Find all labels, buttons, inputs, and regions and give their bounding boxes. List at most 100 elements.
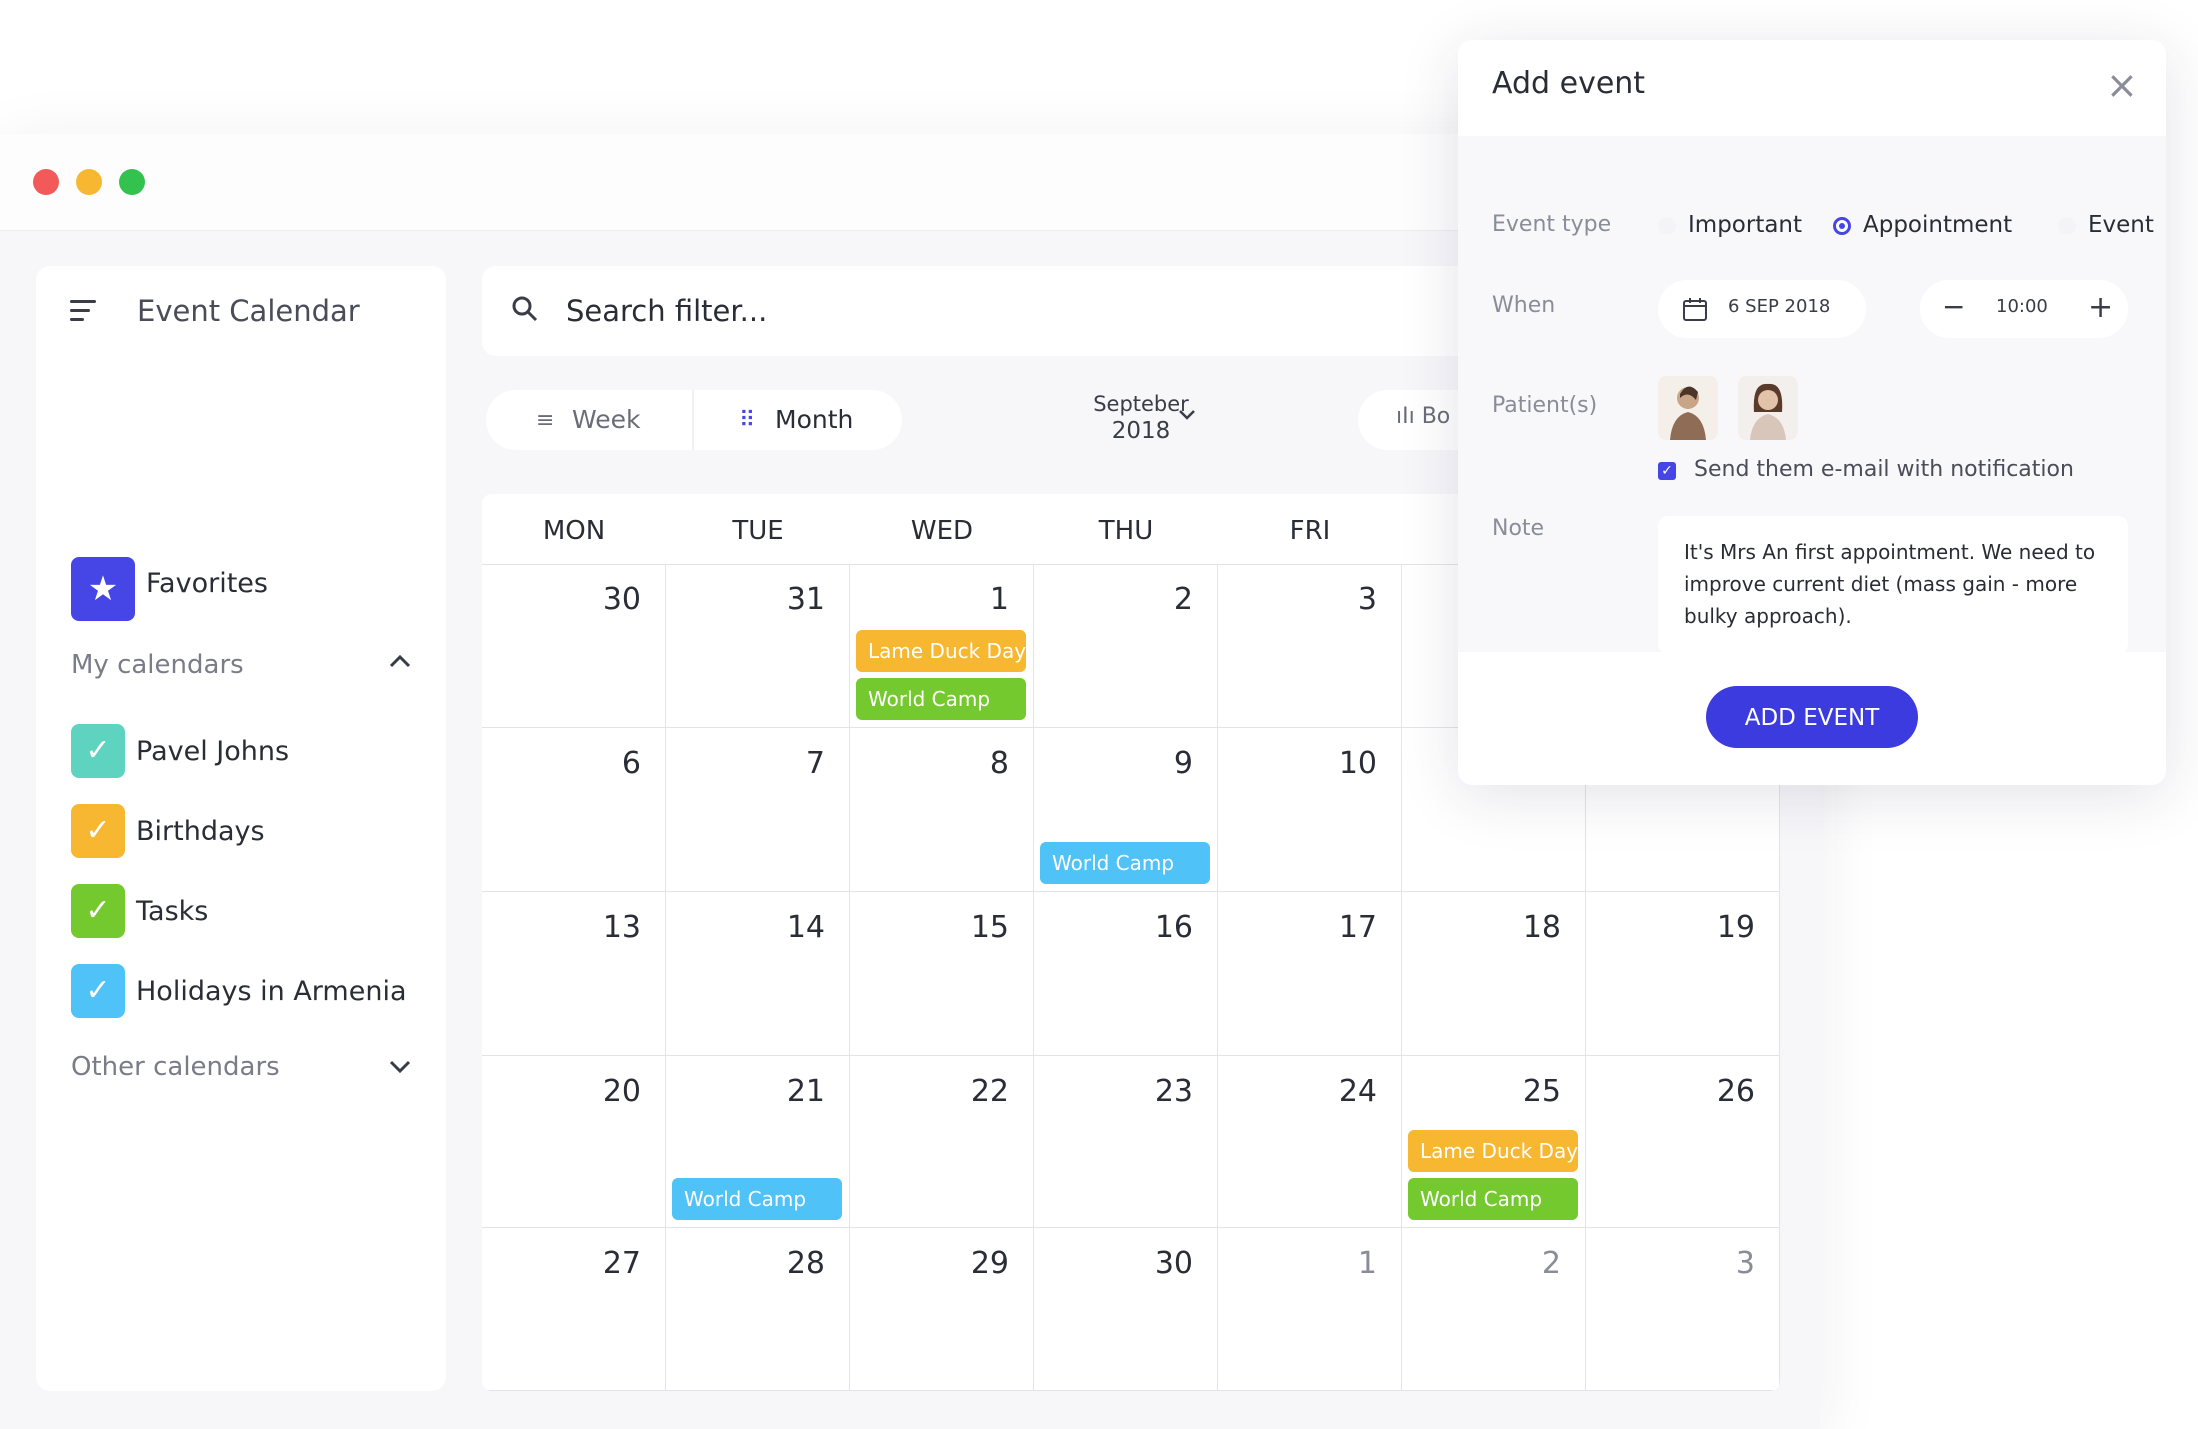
calendar-day-cell[interactable]: 25 Lame Duck Day World Camp xyxy=(1402,1056,1586,1228)
calendar-day-cell[interactable]: 24 xyxy=(1218,1056,1402,1228)
minus-icon[interactable]: − xyxy=(1942,290,1965,323)
radio-appointment-label: Appointment xyxy=(1863,212,2013,238)
calendar-day-cell[interactable]: 30 xyxy=(1034,1228,1218,1391)
tab-month-label: Month xyxy=(775,405,854,434)
close-icon[interactable]: × xyxy=(2106,66,2138,104)
close-window-button[interactable] xyxy=(33,169,59,195)
tab-week-label: Week xyxy=(572,405,641,434)
day-number: 30 xyxy=(602,582,641,617)
note-textarea[interactable]: It's Mrs An first appointment. We need t… xyxy=(1658,516,2128,654)
event-chip[interactable]: Lame Duck Day xyxy=(856,630,1026,672)
checkmark-icon[interactable]: ✓ xyxy=(71,964,125,1018)
calendar-day-cell[interactable]: 27 xyxy=(482,1228,666,1391)
calendar-day-cell[interactable]: 28 xyxy=(666,1228,850,1391)
plus-icon[interactable]: + xyxy=(2088,290,2113,325)
calendar-day-cell[interactable]: 20 xyxy=(482,1056,666,1228)
calendar-day-cell[interactable]: 26 xyxy=(1586,1056,1780,1228)
event-chip[interactable]: World Camp xyxy=(1040,842,1210,884)
calendar-day-cell[interactable]: 3 xyxy=(1586,1228,1780,1391)
calendar-day-cell[interactable]: 1 xyxy=(1218,1228,1402,1391)
calendar-day-cell[interactable]: 17 xyxy=(1218,892,1402,1056)
radio-selected-icon xyxy=(1833,216,1851,235)
calendar-item-label: Holidays in Armenia xyxy=(136,976,407,1007)
day-name-tue: TUE xyxy=(732,516,784,546)
day-number: 1 xyxy=(989,582,1009,617)
event-chip[interactable]: World Camp xyxy=(856,678,1026,720)
notify-checkbox[interactable]: ✓ xyxy=(1658,462,1676,480)
event-chip[interactable]: World Camp xyxy=(672,1178,842,1220)
calendar-day-cell[interactable]: 15 xyxy=(850,892,1034,1056)
notify-label: Send them e-mail with notification xyxy=(1694,457,2074,482)
day-number: 23 xyxy=(1154,1074,1193,1109)
search-bar[interactable]: Search filter... xyxy=(482,266,1482,356)
chevron-up-icon[interactable] xyxy=(388,650,412,675)
view-toggle: ≡ Week ⠿ Month xyxy=(486,390,902,450)
time-stepper: − 10:00 + xyxy=(1920,280,2128,338)
calendar-day-cell[interactable]: 30 xyxy=(482,564,666,728)
calendar-day-cell[interactable]: 2 xyxy=(1402,1228,1586,1391)
avatar[interactable] xyxy=(1658,376,1718,440)
radio-event[interactable]: Event xyxy=(2058,212,2154,238)
day-number: 6 xyxy=(621,746,641,781)
chevron-down-icon[interactable] xyxy=(1178,402,1196,426)
calendar-day-cell[interactable]: 3 xyxy=(1218,564,1402,728)
search-icon xyxy=(510,294,540,324)
maximize-window-button[interactable] xyxy=(119,169,145,195)
event-chip[interactable]: Lame Duck Day xyxy=(1408,1130,1578,1172)
note-text: It's Mrs An first appointment. We need t… xyxy=(1684,540,2096,628)
calendar-day-cell[interactable]: 21 World Camp xyxy=(666,1056,850,1228)
calendar-day-cell[interactable]: 7 xyxy=(666,728,850,892)
calendar-day-cell[interactable]: 16 xyxy=(1034,892,1218,1056)
checkmark-icon[interactable]: ✓ xyxy=(71,804,125,858)
radio-unselected-icon xyxy=(1658,216,1676,235)
day-number: 21 xyxy=(786,1074,825,1109)
my-calendars-heading[interactable]: My calendars xyxy=(71,650,244,680)
radio-event-label: Event xyxy=(2088,212,2154,238)
calendar-day-cell[interactable]: 2 xyxy=(1034,564,1218,728)
calendar-day-cell[interactable]: 1 Lame Duck Day World Camp xyxy=(850,564,1034,728)
day-number: 27 xyxy=(602,1246,641,1281)
add-event-button[interactable]: ADD EVENT xyxy=(1706,686,1918,748)
star-icon[interactable]: ★ xyxy=(71,557,135,621)
checkmark-icon[interactable]: ✓ xyxy=(71,724,125,778)
calendar-day-cell[interactable]: 14 xyxy=(666,892,850,1056)
calendar-day-cell[interactable]: 19 xyxy=(1586,892,1780,1056)
day-number: 28 xyxy=(786,1246,825,1281)
tab-week[interactable]: ≡ Week xyxy=(536,390,641,450)
date-picker[interactable]: 6 SEP 2018 xyxy=(1658,280,1866,338)
favorites-link[interactable]: Favorites xyxy=(146,568,268,599)
calendar-day-cell[interactable]: 9 World Camp xyxy=(1034,728,1218,892)
search-input[interactable]: Search filter... xyxy=(566,294,767,328)
calendar-day-cell[interactable]: 10 xyxy=(1218,728,1402,892)
calendar-day-cell[interactable]: 29 xyxy=(850,1228,1034,1391)
day-name-wed: WED xyxy=(910,516,974,546)
other-calendars-heading[interactable]: Other calendars xyxy=(71,1052,280,1082)
checkmark-icon[interactable]: ✓ xyxy=(71,884,125,938)
calendar-day-cell[interactable]: 22 xyxy=(850,1056,1034,1228)
day-number: 29 xyxy=(970,1246,1009,1281)
sidebar: Event Calendar ★ Favorites My calendars … xyxy=(36,266,446,1391)
app-title: Event Calendar xyxy=(137,294,360,328)
calendar-day-cell[interactable]: 13 xyxy=(482,892,666,1056)
calendar-day-cell[interactable]: 31 xyxy=(666,564,850,728)
radio-important[interactable]: Important xyxy=(1658,212,1802,238)
avatar[interactable] xyxy=(1738,376,1798,440)
radio-appointment[interactable]: Appointment xyxy=(1833,212,2012,238)
event-chip[interactable]: World Camp xyxy=(1408,1178,1578,1220)
tab-month[interactable]: ⠿ Month xyxy=(739,390,853,450)
calendar-day-cell[interactable]: 8 xyxy=(850,728,1034,892)
day-number: 14 xyxy=(786,910,825,945)
bars-icon: ıIı xyxy=(1396,404,1415,429)
calendar-day-cell[interactable]: 6 xyxy=(482,728,666,892)
day-number: 16 xyxy=(1154,910,1193,945)
hamburger-menu-icon[interactable] xyxy=(70,300,96,322)
day-number: 2 xyxy=(1541,1246,1561,1281)
day-number: 3 xyxy=(1735,1246,1755,1281)
day-number: 20 xyxy=(602,1074,641,1109)
calendar-day-cell[interactable]: 18 xyxy=(1402,892,1586,1056)
day-number: 30 xyxy=(1154,1246,1193,1281)
calendar-day-cell[interactable]: 23 xyxy=(1034,1056,1218,1228)
chevron-down-icon[interactable] xyxy=(388,1056,412,1081)
radio-unselected-icon xyxy=(2058,216,2076,235)
minimize-window-button[interactable] xyxy=(76,169,102,195)
